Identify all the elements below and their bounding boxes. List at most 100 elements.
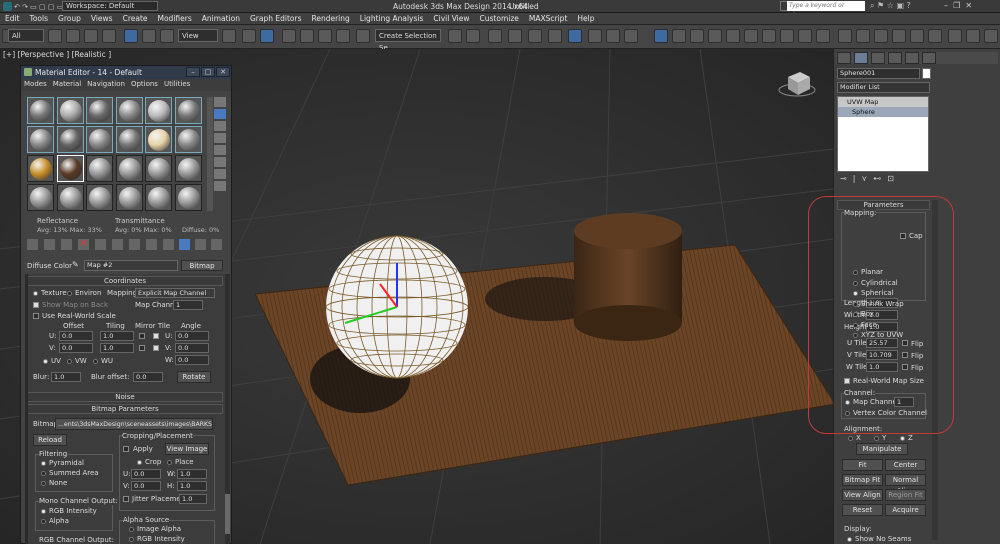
app-logo-icon[interactable]: [3, 2, 12, 11]
acquire-button[interactable]: Acquire: [885, 504, 926, 516]
menu-item-maxscript[interactable]: MAXScript: [524, 13, 573, 23]
sample-slot[interactable]: [56, 126, 84, 153]
viewport-label[interactable]: [+] [Perspective ] [Realistic ]: [3, 50, 111, 59]
blur-offset-input[interactable]: 0.0: [133, 372, 163, 382]
ribbon-icon-16[interactable]: [928, 29, 942, 43]
menu-item-create[interactable]: Create: [118, 13, 153, 23]
ribbon-icon-8[interactable]: [780, 29, 794, 43]
go-to-parent-icon[interactable]: [195, 239, 206, 250]
ribbon-icon-13[interactable]: [874, 29, 888, 43]
make-unique-icon[interactable]: [112, 239, 123, 250]
u-tiling-input[interactable]: 1.0: [100, 331, 134, 341]
bitmap-parameters-rollup[interactable]: Bitmap Parameters: [27, 404, 223, 414]
spinner-snap-icon[interactable]: [336, 29, 350, 43]
sample-slot[interactable]: [115, 184, 143, 211]
ribbon-icon-6[interactable]: [744, 29, 758, 43]
show-no-seams-radio[interactable]: [847, 537, 852, 542]
material-menu-modes[interactable]: Modes: [21, 79, 50, 89]
pivot-center-icon[interactable]: [222, 29, 236, 43]
bitmap-fit-button[interactable]: Bitmap Fit: [842, 474, 883, 486]
menu-item-help[interactable]: Help: [572, 13, 599, 23]
get-material-icon[interactable]: [27, 239, 38, 250]
window-crossing-icon[interactable]: [102, 29, 116, 43]
sample-slot[interactable]: [174, 155, 202, 182]
sample-slot[interactable]: [115, 97, 143, 124]
sample-slot[interactable]: [145, 97, 172, 124]
show-map-on-back-checkbox[interactable]: [33, 302, 39, 308]
select-by-material-icon[interactable]: [214, 181, 226, 191]
align-x-radio[interactable]: [848, 436, 853, 441]
ribbon-icon-3[interactable]: [690, 29, 704, 43]
reset-map-icon[interactable]: ✕: [78, 239, 89, 250]
v-mirror-checkbox[interactable]: [139, 345, 145, 351]
wu-radio[interactable]: [93, 359, 98, 364]
select-object-icon[interactable]: [48, 29, 62, 43]
ribbon-icon-11[interactable]: [838, 29, 852, 43]
center-button[interactable]: Center: [885, 459, 926, 471]
map-channel-input[interactable]: 1: [173, 300, 203, 310]
snaps-toggle-icon[interactable]: [282, 29, 296, 43]
ribbon-icon-7[interactable]: [762, 29, 776, 43]
material-menu-utilities[interactable]: Utilities: [161, 79, 193, 89]
selection-filter-dropdown[interactable]: All: [8, 29, 44, 42]
crop-w-input[interactable]: 1.0: [177, 469, 207, 479]
quick-access-icons[interactable]: ↶ ↷ ▭ ▢ ▢ ▭: [14, 3, 63, 11]
show-map-viewport-icon[interactable]: [163, 239, 174, 250]
material-menu-navigation[interactable]: Navigation: [84, 79, 128, 89]
align-z-radio[interactable]: [900, 436, 905, 441]
environ-radio[interactable]: [67, 291, 72, 296]
crop-radio[interactable]: [137, 460, 142, 465]
stack-item-uvw-map[interactable]: UVW Map: [838, 97, 928, 107]
uv-radio[interactable]: [43, 359, 48, 364]
menu-item-modifiers[interactable]: Modifiers: [153, 13, 197, 23]
backlight-icon[interactable]: [214, 109, 226, 119]
modifier-list-dropdown[interactable]: Modifier List: [837, 82, 930, 93]
keyboard-shortcut-icon[interactable]: [260, 29, 274, 43]
normal-align-button[interactable]: Normal Align: [885, 474, 926, 495]
region-fit-button[interactable]: Region Fit: [885, 489, 926, 501]
jitter-input[interactable]: 1.0: [179, 494, 207, 504]
sample-slot[interactable]: [115, 155, 143, 182]
fit-button[interactable]: Fit: [842, 459, 883, 471]
sample-slot[interactable]: [56, 97, 84, 124]
menu-item-graph-editors[interactable]: Graph Editors: [245, 13, 307, 23]
menu-item-lighting-analysis[interactable]: Lighting Analysis: [355, 13, 429, 23]
graphite-ribbon-icon[interactable]: [508, 29, 522, 43]
crop-u-input[interactable]: 0.0: [131, 469, 161, 479]
view-image-button[interactable]: View Image: [165, 443, 209, 455]
params-scrollbar[interactable]: [225, 274, 230, 544]
material-menu-material[interactable]: Material: [50, 79, 84, 89]
v-tiling-input[interactable]: 1.0: [100, 343, 134, 353]
select-manipulate-icon[interactable]: [242, 29, 256, 43]
ribbon-icon-9[interactable]: [798, 29, 812, 43]
hierarchy-tab-icon[interactable]: [871, 52, 885, 64]
jitter-checkbox[interactable]: [123, 496, 129, 502]
make-preview-icon[interactable]: [214, 157, 226, 167]
ribbon-icon-18[interactable]: [966, 29, 980, 43]
cylinder-object[interactable]: [574, 213, 682, 341]
options-icon[interactable]: [214, 169, 226, 179]
sphere-object[interactable]: [325, 235, 469, 379]
maximize-button[interactable]: □: [201, 67, 215, 77]
mirror-icon[interactable]: [448, 29, 462, 43]
sample-slot[interactable]: [115, 126, 143, 153]
render-icon[interactable]: [624, 29, 638, 43]
summed-area-radio[interactable]: [41, 471, 46, 476]
ribbon-icon-19[interactable]: [984, 29, 998, 43]
menu-item-animation[interactable]: Animation: [197, 13, 245, 23]
material-menu-options[interactable]: Options: [128, 79, 161, 89]
reference-coordinate-dropdown[interactable]: View: [178, 29, 218, 42]
ribbon-icon-4[interactable]: [708, 29, 722, 43]
map-name-field[interactable]: Map #2: [84, 260, 178, 271]
uv-tiling-icon[interactable]: [214, 133, 226, 143]
v-tile-checkbox[interactable]: [153, 345, 159, 351]
modify-tab-icon[interactable]: [854, 52, 868, 64]
ribbon-icon-15[interactable]: [910, 29, 924, 43]
utilities-tab-icon[interactable]: [922, 52, 936, 64]
vw-radio[interactable]: [67, 359, 72, 364]
pyramidal-radio[interactable]: [41, 461, 46, 466]
sample-slot[interactable]: [86, 155, 113, 182]
real-world-scale-checkbox[interactable]: [33, 313, 39, 319]
place-radio[interactable]: [167, 460, 172, 465]
stack-item-sphere[interactable]: Sphere: [838, 107, 928, 117]
